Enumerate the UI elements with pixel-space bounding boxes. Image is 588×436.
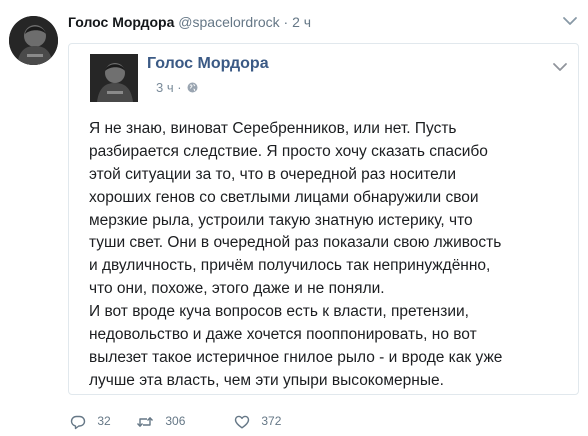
post-text-line: этой ситуации за то, что в очередной раз… [89,165,456,183]
tweet-timestamp[interactable]: 2 ч [292,14,311,30]
tweet: Голос Мордора @spacelordrock · 2 ч Голос… [0,0,588,436]
post-text-line: разбирается следствие. Я просто хочу ска… [89,142,488,160]
post-text-line: недовольство и даже хочется пооппонирова… [89,326,477,344]
like-count: 372 [261,413,282,428]
retweet-icon [136,414,157,428]
post-text-line: и двуличность, причём получилось так неп… [89,257,491,275]
chevron-down-icon[interactable] [562,14,578,28]
separator-dot: · [177,80,182,95]
post-text-line: мерзкие рыла, устроили такую знатную ист… [89,211,473,229]
reply-count: 32 [97,413,111,428]
like-icon [234,414,253,429]
author-handle[interactable]: @spacelordrock [178,14,279,30]
post-text-line: вылезет такое истеричное гнилое рыло - и… [89,348,503,366]
post-text-line: что они, похоже, этого даже и не поняли. [89,280,385,298]
post-text-line: туши свет. Они в очередной раз показали … [89,234,502,252]
post-text-line: И вот вроде куча вопросов есть к власти,… [89,303,469,321]
tweet-header: Голос Мордора @spacelordrock · 2 ч [68,13,311,31]
author-avatar[interactable] [9,16,58,65]
reply-button[interactable]: 32 [70,410,111,431]
post-text: Я не знаю, виноват Серебренников, или не… [89,118,575,393]
retweet-button[interactable]: 306 [136,410,185,431]
globe-icon [187,81,198,93]
author-name[interactable]: Голос Мордора [68,14,174,30]
like-button[interactable]: 372 [234,410,281,431]
post-text-line: лучше эта власть, чем эти упыри высокоме… [89,371,444,389]
post-text-line: хороших генов со светлыми лицами обнаруж… [89,188,479,206]
chevron-down-icon[interactable] [552,60,568,72]
page-avatar[interactable] [90,54,138,102]
post-time[interactable]: 3 ч [156,80,174,95]
embedded-facebook-post[interactable]: Голос Мордора 3 ч · Я не знаю, виноват С… [68,43,579,395]
page-name[interactable]: Голос Мордора [147,54,269,74]
retweet-count: 306 [165,413,186,428]
separator-dot: · [283,14,289,30]
post-meta: 3 ч · [156,80,198,96]
post-text-line: Я не знаю, виноват Серебренников, или не… [89,120,457,137]
reply-icon [70,414,89,429]
